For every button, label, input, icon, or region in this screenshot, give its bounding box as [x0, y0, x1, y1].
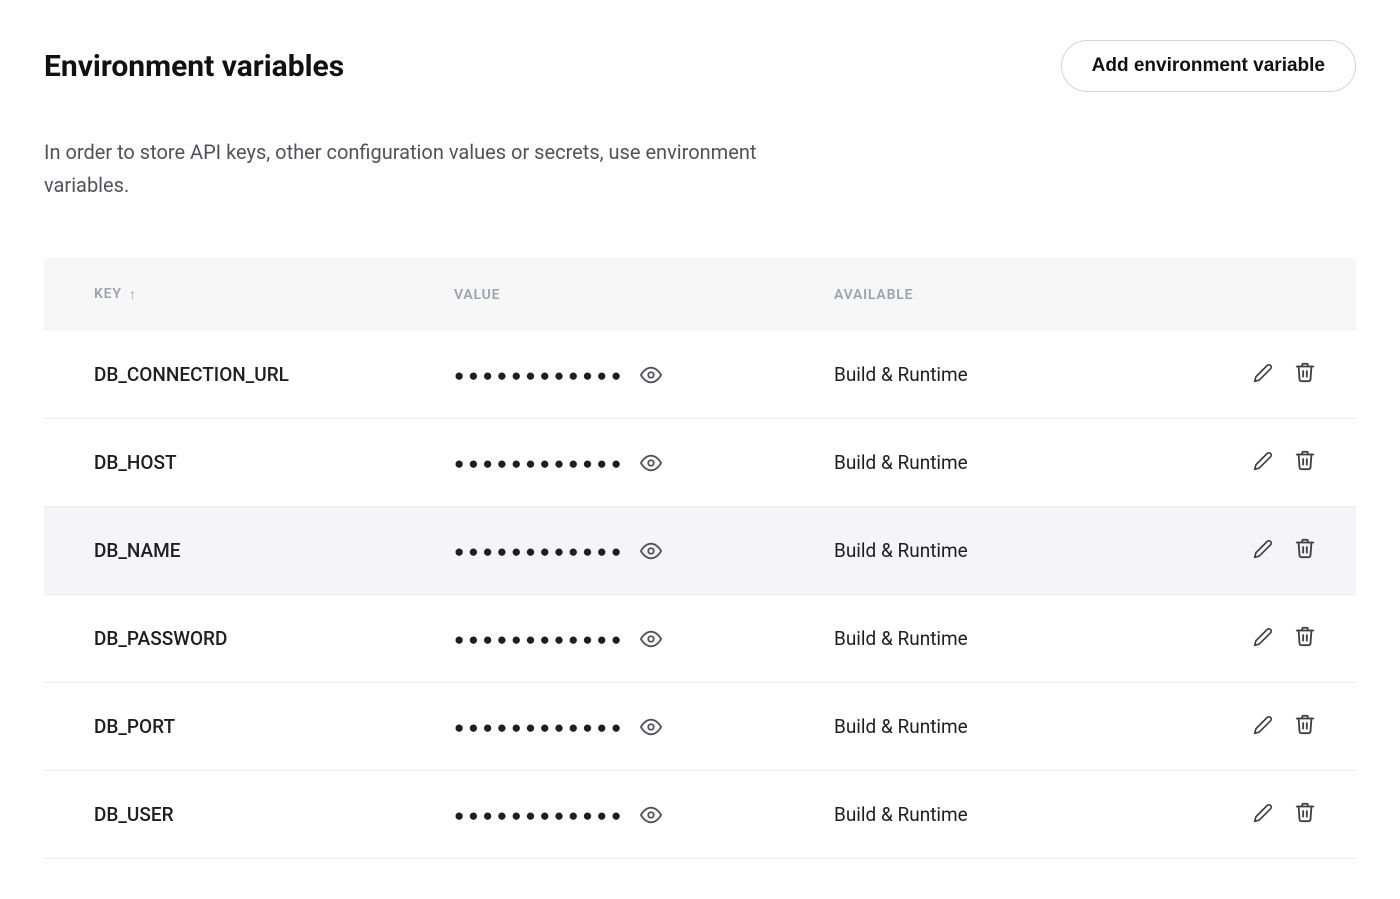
- delete-button[interactable]: [1294, 449, 1316, 471]
- edit-button[interactable]: [1253, 627, 1273, 647]
- env-var-masked-value: ●●●●●●●●●●●●: [454, 541, 625, 561]
- pencil-icon: [1253, 715, 1273, 735]
- env-var-masked-value: ●●●●●●●●●●●●: [454, 365, 625, 385]
- env-var-masked-value: ●●●●●●●●●●●●: [454, 629, 625, 649]
- env-var-available: Build & Runtime: [834, 331, 1216, 419]
- edit-button[interactable]: [1253, 715, 1273, 735]
- reveal-value-button[interactable]: [640, 628, 662, 650]
- delete-button[interactable]: [1294, 801, 1316, 823]
- page-title: Environment variables: [44, 49, 344, 84]
- eye-icon: [640, 804, 662, 826]
- env-var-available: Build & Runtime: [834, 771, 1216, 859]
- column-header-value[interactable]: VALUE: [454, 258, 834, 331]
- eye-icon: [640, 364, 662, 386]
- delete-button[interactable]: [1294, 537, 1316, 559]
- env-vars-table: KEY ↑ VALUE AVAILABLE DB_CONNECTION_URL …: [44, 258, 1356, 859]
- reveal-value-button[interactable]: [640, 364, 662, 386]
- page-description: In order to store API keys, other config…: [44, 136, 834, 202]
- add-environment-variable-button[interactable]: Add environment variable: [1061, 40, 1356, 92]
- trash-icon: [1294, 801, 1316, 823]
- env-var-key: DB_PASSWORD: [44, 595, 454, 683]
- table-row: DB_PORT ●●●●●●●●●●●● Build & Runtime: [44, 683, 1356, 771]
- eye-icon: [640, 540, 662, 562]
- env-var-masked-value: ●●●●●●●●●●●●: [454, 717, 625, 737]
- pencil-icon: [1253, 451, 1273, 471]
- reveal-value-button[interactable]: [640, 804, 662, 826]
- eye-icon: [640, 452, 662, 474]
- delete-button[interactable]: [1294, 713, 1316, 735]
- env-var-masked-value: ●●●●●●●●●●●●: [454, 453, 625, 473]
- edit-button[interactable]: [1253, 539, 1273, 559]
- env-var-key: DB_NAME: [44, 507, 454, 595]
- edit-button[interactable]: [1253, 363, 1273, 383]
- env-var-available: Build & Runtime: [834, 595, 1216, 683]
- table-row: DB_HOST ●●●●●●●●●●●● Build & Runtime: [44, 419, 1356, 507]
- delete-button[interactable]: [1294, 361, 1316, 383]
- column-header-key-label: KEY: [94, 286, 122, 302]
- reveal-value-button[interactable]: [640, 452, 662, 474]
- env-var-key: DB_PORT: [44, 683, 454, 771]
- table-row: DB_USER ●●●●●●●●●●●● Build & Runtime: [44, 771, 1356, 859]
- column-header-key[interactable]: KEY ↑: [44, 258, 454, 331]
- table-row: DB_NAME ●●●●●●●●●●●● Build & Runtime: [44, 507, 1356, 595]
- env-var-key: DB_USER: [44, 771, 454, 859]
- trash-icon: [1294, 625, 1316, 647]
- eye-icon: [640, 628, 662, 650]
- pencil-icon: [1253, 539, 1273, 559]
- column-header-available[interactable]: AVAILABLE: [834, 258, 1216, 331]
- trash-icon: [1294, 713, 1316, 735]
- env-var-available: Build & Runtime: [834, 683, 1216, 771]
- column-header-actions: [1216, 258, 1356, 331]
- env-var-available: Build & Runtime: [834, 507, 1216, 595]
- sort-ascending-icon: ↑: [129, 286, 137, 303]
- pencil-icon: [1253, 803, 1273, 823]
- table-row: DB_CONNECTION_URL ●●●●●●●●●●●● Build & R…: [44, 331, 1356, 419]
- env-var-available: Build & Runtime: [834, 419, 1216, 507]
- trash-icon: [1294, 537, 1316, 559]
- reveal-value-button[interactable]: [640, 540, 662, 562]
- trash-icon: [1294, 361, 1316, 383]
- edit-button[interactable]: [1253, 803, 1273, 823]
- table-row: DB_PASSWORD ●●●●●●●●●●●● Build & Runtime: [44, 595, 1356, 683]
- eye-icon: [640, 716, 662, 738]
- trash-icon: [1294, 449, 1316, 471]
- env-var-key: DB_HOST: [44, 419, 454, 507]
- reveal-value-button[interactable]: [640, 716, 662, 738]
- delete-button[interactable]: [1294, 625, 1316, 647]
- column-header-value-label: VALUE: [454, 287, 500, 303]
- env-var-key: DB_CONNECTION_URL: [44, 331, 454, 419]
- column-header-available-label: AVAILABLE: [834, 287, 913, 303]
- edit-button[interactable]: [1253, 451, 1273, 471]
- env-var-masked-value: ●●●●●●●●●●●●: [454, 805, 625, 825]
- pencil-icon: [1253, 627, 1273, 647]
- pencil-icon: [1253, 363, 1273, 383]
